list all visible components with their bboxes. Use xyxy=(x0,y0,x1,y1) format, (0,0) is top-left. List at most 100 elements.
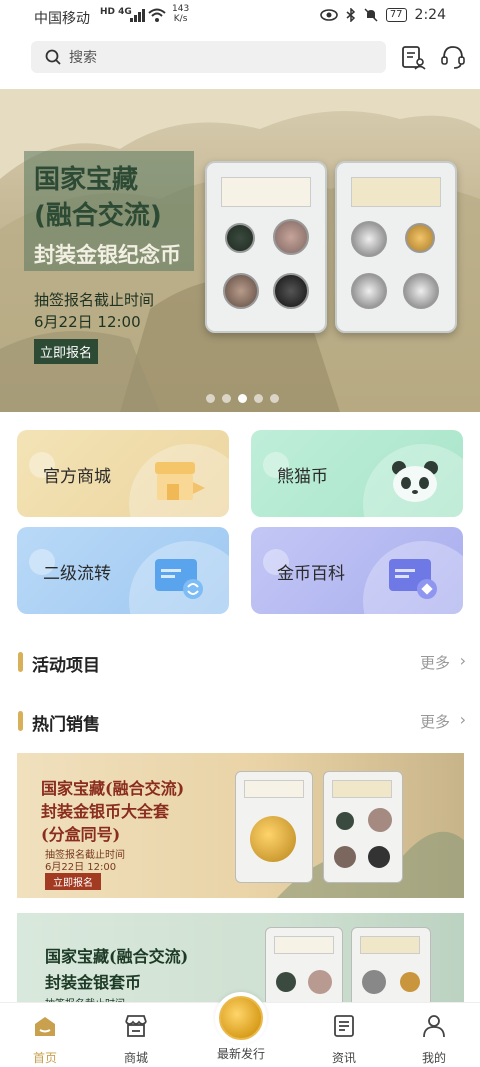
mute-bell-icon xyxy=(364,8,378,22)
status-bar: 中国移动 HD 4G 143 K/s 77 2:24 xyxy=(0,0,480,32)
activities-more-link[interactable]: 更多 xyxy=(420,652,450,673)
tab-home[interactable]: 首页 xyxy=(5,1013,85,1066)
tab-label: 最新发行 xyxy=(216,1047,265,1061)
customer-service-icon[interactable] xyxy=(440,44,466,70)
tab-label: 首页 xyxy=(32,1051,57,1065)
grid-card-secondary-transfer[interactable]: 二级流转 xyxy=(17,527,229,614)
banner-deadline-time: 6月22日 12:00 xyxy=(34,313,141,331)
slab-label xyxy=(274,936,334,954)
coin xyxy=(223,273,259,309)
coin-slab xyxy=(265,927,343,1013)
transfer-card-icon xyxy=(155,559,203,599)
hot-item-title-line1: 国家宝藏(融合交流) xyxy=(41,779,185,798)
tab-mine[interactable]: 我的 xyxy=(394,1013,474,1066)
store-icon xyxy=(125,1015,147,1037)
coin xyxy=(351,273,387,309)
encyclopedia-card-icon xyxy=(389,559,437,599)
shop-icon xyxy=(155,462,205,500)
banner-title-line2: (融合交流) xyxy=(34,201,162,231)
promo-banner[interactable]: 国家宝藏 (融合交流) 封装金银纪念币 抽签报名截止时间 6月22日 12:00… xyxy=(0,89,480,412)
coin xyxy=(368,808,392,832)
coin xyxy=(334,846,356,868)
coin xyxy=(351,221,387,257)
gold-coin-icon xyxy=(219,996,263,1040)
slab-label xyxy=(221,177,311,207)
coin xyxy=(273,273,309,309)
bluetooth-icon xyxy=(346,8,355,22)
coin xyxy=(403,273,439,309)
user-icon xyxy=(423,1015,445,1038)
coin xyxy=(368,846,390,868)
page-dot[interactable] xyxy=(206,394,215,403)
section-title: 活动项目 xyxy=(32,656,100,676)
panda-icon xyxy=(392,461,438,502)
coin xyxy=(273,219,309,255)
news-icon xyxy=(334,1015,354,1037)
coin xyxy=(400,972,420,992)
hot-sales-more-link[interactable]: 更多 xyxy=(420,711,450,732)
hot-item-title-line2: 封装金银套币 xyxy=(45,973,142,992)
banner-signup-button[interactable]: 立即报名 xyxy=(34,339,99,364)
banner-title-line1: 国家宝藏 xyxy=(34,165,139,195)
coin xyxy=(336,812,354,830)
coin xyxy=(405,223,435,253)
section-accent-bar xyxy=(18,711,23,731)
tab-news[interactable]: 资讯 xyxy=(304,1013,384,1066)
gold-coin xyxy=(250,816,296,862)
status-right: 77 2:24 xyxy=(320,7,446,23)
coin-slab-left xyxy=(205,161,327,333)
section-activities: 活动项目 更多 › xyxy=(18,650,466,676)
carrier-name: 中国移动 xyxy=(34,11,90,27)
banner-deadline-label: 抽签报名截止时间 xyxy=(34,291,155,309)
coin-slab xyxy=(351,927,431,1013)
coin-slab xyxy=(323,771,403,883)
section-accent-bar xyxy=(18,652,23,672)
card-label: 二级流转 xyxy=(43,564,111,584)
tab-label: 我的 xyxy=(421,1051,446,1065)
battery-icon: 77 xyxy=(385,8,407,22)
card-label: 熊猫币 xyxy=(277,467,328,487)
page-dot[interactable] xyxy=(222,394,231,403)
tab-new-release[interactable] xyxy=(215,992,267,1044)
eye-icon xyxy=(320,9,338,21)
card-label: 官方商城 xyxy=(43,467,111,487)
coin-slab-right xyxy=(335,161,457,333)
list-user-icon[interactable] xyxy=(400,44,426,70)
section-title: 热门销售 xyxy=(32,715,100,735)
clock: 2:24 xyxy=(414,7,446,23)
section-hot-sales: 热门销售 更多 › xyxy=(18,709,466,735)
hot-item-signup-button[interactable]: 立即报名 xyxy=(45,873,101,890)
speed-unit: K/s xyxy=(173,14,188,24)
tab-mall[interactable]: 商城 xyxy=(96,1013,176,1066)
network-speed: 143 K/s xyxy=(172,4,189,24)
slab-label xyxy=(351,177,441,207)
coin xyxy=(308,970,332,994)
page-dot[interactable] xyxy=(270,394,279,403)
signal-icon xyxy=(130,9,145,22)
slab-label xyxy=(244,780,304,798)
network-type: HD 4G xyxy=(100,7,132,17)
page-dot[interactable] xyxy=(254,394,263,403)
page-dot-active[interactable] xyxy=(238,394,247,403)
speed-value: 143 xyxy=(172,4,190,14)
tab-label: 商城 xyxy=(123,1051,148,1065)
slab-label xyxy=(360,936,420,954)
slab-label xyxy=(332,780,392,798)
coin-slab xyxy=(235,771,313,883)
hot-item-deadline-time: 6月22日 12:00 xyxy=(45,862,117,873)
coin xyxy=(362,970,386,994)
home-icon xyxy=(35,1017,55,1036)
chevron-right-icon[interactable]: › xyxy=(460,651,466,670)
grid-card-official-mall[interactable]: 官方商城 xyxy=(17,430,229,517)
search-input[interactable]: 搜索 xyxy=(31,41,386,73)
banner-pagination[interactable] xyxy=(206,394,279,403)
grid-card-coin-encyclopedia[interactable]: 金币百科 xyxy=(251,527,463,614)
hot-item-title-line2: 封装金银币大全套 xyxy=(41,802,170,821)
search-icon xyxy=(45,49,61,65)
grid-card-panda-coin[interactable]: 熊猫币 xyxy=(251,430,463,517)
wifi-icon xyxy=(148,8,166,22)
chevron-right-icon[interactable]: › xyxy=(460,710,466,729)
hot-item-title-line3: (分盒同号) xyxy=(41,825,121,844)
hot-item-title-line1: 国家宝藏(融合交流) xyxy=(45,947,189,966)
hot-item-card[interactable]: 国家宝藏(融合交流) 封装金银币大全套 (分盒同号) 抽签报名截止时间 6月22… xyxy=(17,753,464,898)
